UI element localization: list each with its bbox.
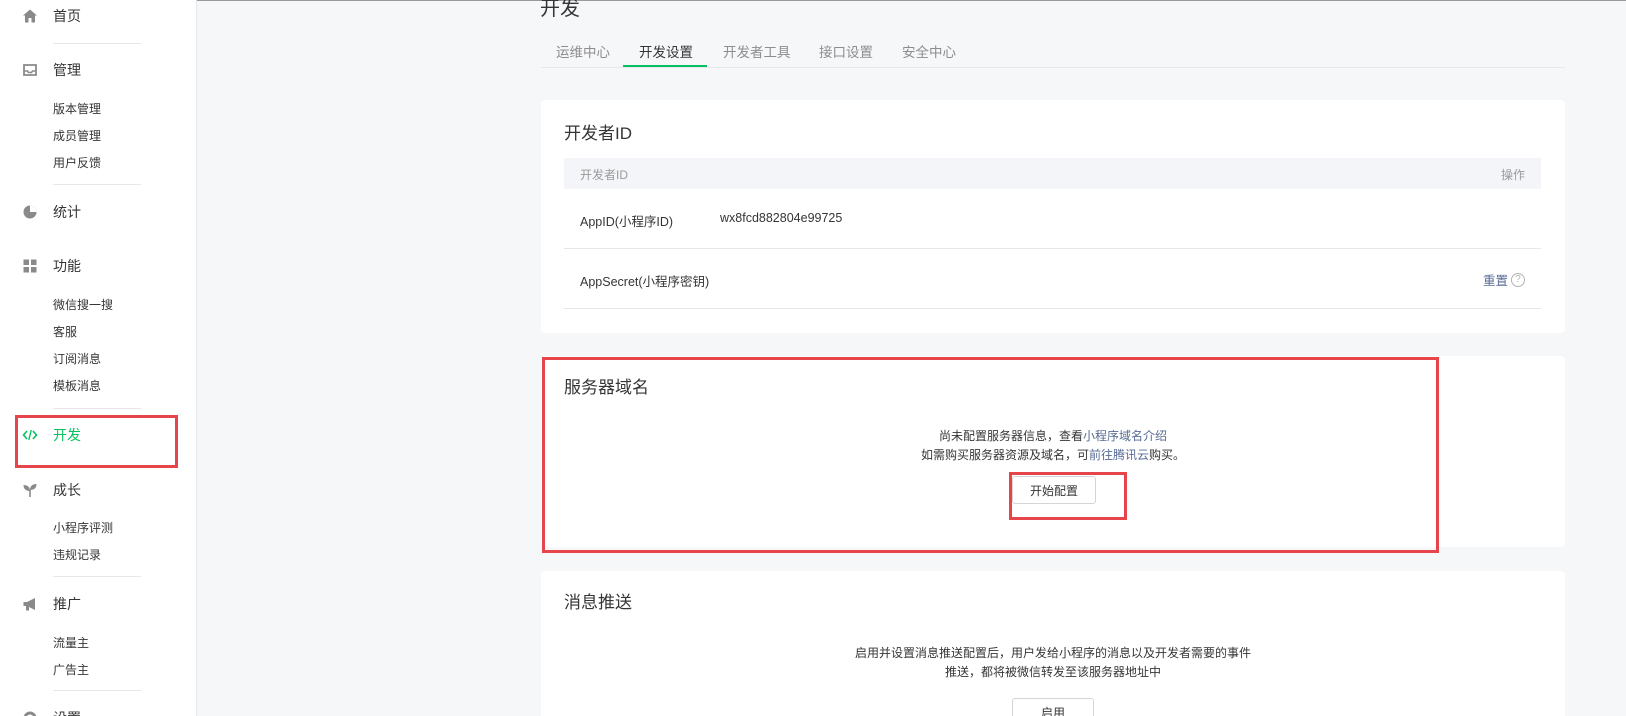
column-header-action: 操作 [1500,168,1525,182]
developer-id-card: 开发者ID 开发者ID 操作 AppID(小程序ID) wx8fcd882804… [541,100,1565,333]
reset-label: 重置 [1482,274,1508,288]
sidebar-item-label: 设置 [53,708,81,716]
appsecret-label: AppSecret(小程序密钥) [580,275,710,289]
server-domain-info-line1: 尚未配置服务器信息，查看小程序域名介绍 [541,427,1565,446]
table-row-appid: AppID(小程序ID) wx8fcd882804e99725 [564,189,1541,249]
home-icon [22,8,38,24]
sidebar-subitem-feedback[interactable]: 用户反馈 [53,155,101,171]
domain-intro-link[interactable]: 小程序域名介绍 [1083,429,1167,443]
sidebar-subitem-violations[interactable]: 违规记录 [53,547,101,563]
sidebar-item-label: 管理 [53,62,81,78]
sidebar-subitem-review[interactable]: 小程序评测 [53,520,113,536]
gear-icon [22,710,38,716]
sidebar-subitem-members[interactable]: 成员管理 [53,128,101,144]
inbox-icon [22,62,38,78]
appid-label: AppID(小程序ID) [580,215,674,229]
tab-bar [541,34,1565,68]
help-icon[interactable]: ? [1511,272,1525,287]
start-config-button[interactable]: 开始配置 [1012,476,1096,504]
tab-dev-settings[interactable]: 开发设置 [639,41,693,61]
developer-id-title: 开发者ID [564,124,632,143]
tencent-cloud-link[interactable]: 前往腾讯云 [1089,448,1149,462]
sidebar-item-stats[interactable]: 统计 [22,200,81,224]
sidebar-subitem-advertiser[interactable]: 广告主 [53,662,89,678]
message-push-title: 消息推送 [564,593,632,612]
enable-push-button[interactable]: 启用 [1012,698,1094,716]
reset-secret-link[interactable]: 重置 ? [1483,270,1525,289]
sidebar-item-home[interactable]: 首页 [22,4,81,28]
appid-value: wx8fcd882804e99725 [720,211,843,225]
sidebar-item-label: 首页 [53,8,81,24]
server-domain-card: 服务器域名 尚未配置服务器信息，查看小程序域名介绍 如需购买服务器资源及域名，可… [541,356,1565,547]
sidebar-item-features[interactable]: 功能 [22,254,81,278]
tab-ops-center[interactable]: 运维中心 [556,41,610,61]
tab-api-settings[interactable]: 接口设置 [819,41,873,61]
window-top-border [0,0,1626,1]
info-text: 尚未配置服务器信息，查看 [938,429,1083,443]
sidebar-divider [53,184,141,185]
table-row-appsecret: AppSecret(小程序密钥) 重置 ? [564,249,1541,309]
message-push-card: 消息推送 启用并设置消息推送配置后，用户发给小程序的消息以及开发者需要的事件 推… [541,571,1565,716]
sidebar-subitem-service[interactable]: 客服 [53,324,77,340]
sidebar: 首页 管理 版本管理 成员管理 用户反馈 统计 功能 微信搜一搜 客服 订阅消息… [0,0,197,716]
sidebar-subitem-template[interactable]: 模板消息 [53,378,101,394]
sidebar-item-promo[interactable]: 推广 [22,592,81,616]
sidebar-divider [53,43,141,44]
sidebar-item-settings[interactable]: 设置 [22,706,81,716]
grid-icon [22,258,38,274]
sidebar-divider [53,690,141,691]
active-tab-indicator [623,65,707,67]
server-domain-title: 服务器域名 [564,378,649,397]
sidebar-subitem-version[interactable]: 版本管理 [53,101,101,117]
row-divider [564,308,1541,309]
message-push-desc-line1: 启用并设置消息推送配置后，用户发给小程序的消息以及开发者需要的事件 [854,646,1251,660]
sidebar-subitem-search[interactable]: 微信搜一搜 [53,297,113,313]
pie-chart-icon [22,204,38,220]
code-icon [22,427,38,443]
tab-dev-tools[interactable]: 开发者工具 [723,41,791,61]
info-text: 购买。 [1149,448,1186,462]
sidebar-item-label: 开发 [53,427,81,443]
sidebar-item-label: 推广 [53,596,81,612]
server-domain-info-line2: 如需购买服务器资源及域名，可前往腾讯云购买。 [541,446,1565,465]
sidebar-item-manage[interactable]: 管理 [22,58,81,82]
sidebar-subitem-subscribe[interactable]: 订阅消息 [53,351,101,367]
page-title: 开发 [540,0,580,20]
sidebar-item-dev[interactable]: 开发 [22,423,81,447]
sidebar-item-label: 统计 [53,204,81,220]
developer-id-table-header: 开发者ID 操作 [564,158,1541,189]
sidebar-divider [53,408,141,409]
tab-security-center[interactable]: 安全中心 [902,41,956,61]
sprout-icon [22,482,38,498]
megaphone-icon [22,596,38,612]
sidebar-divider [53,576,141,577]
column-header-id: 开发者ID [580,168,629,182]
message-push-desc-line2: 推送，都将被微信转发至该服务器地址中 [944,665,1161,679]
sidebar-item-label: 成长 [53,482,81,498]
sidebar-item-growth[interactable]: 成长 [22,478,81,502]
sidebar-subitem-publisher[interactable]: 流量主 [53,635,89,651]
info-text: 如需购买服务器资源及域名，可 [920,448,1089,462]
sidebar-item-label: 功能 [53,258,81,274]
